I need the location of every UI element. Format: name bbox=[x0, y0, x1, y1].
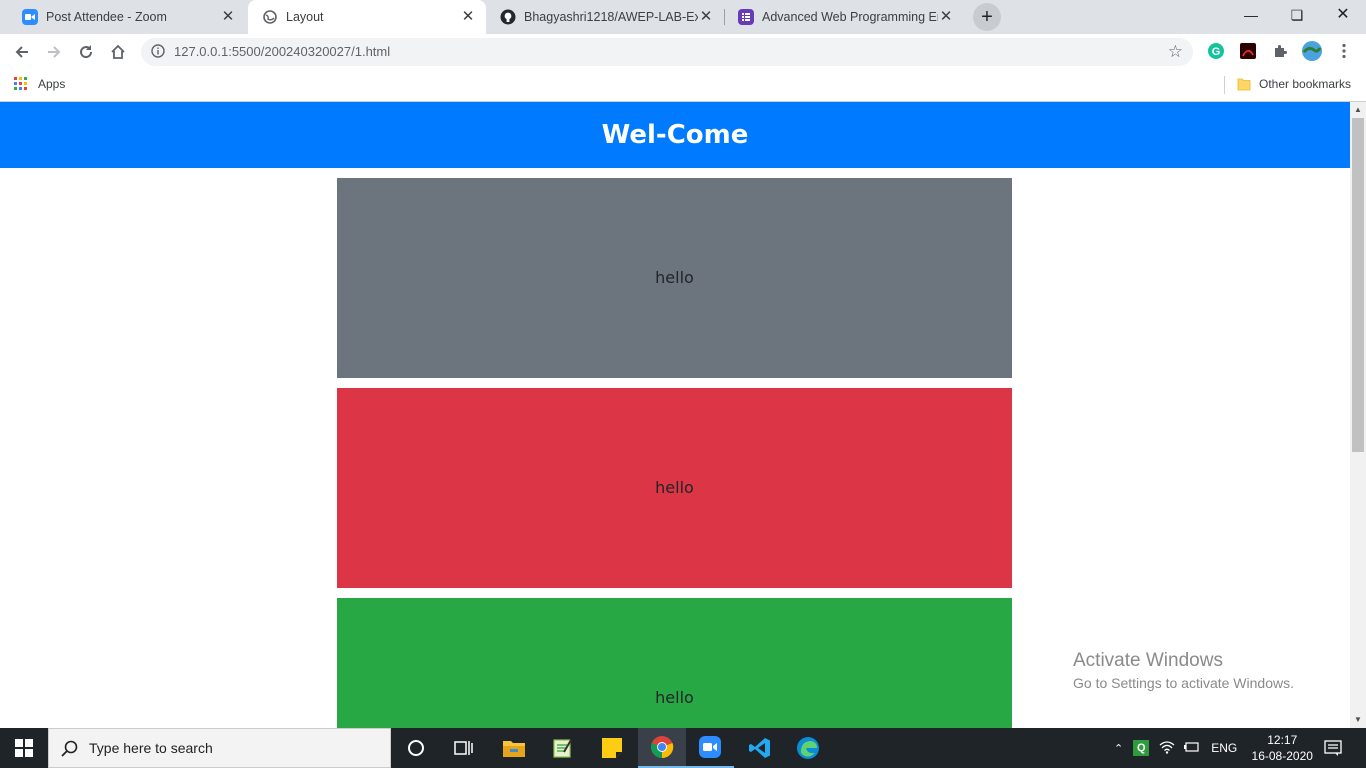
close-tab-icon[interactable]: ✕ bbox=[220, 9, 236, 25]
close-tab-icon[interactable]: ✕ bbox=[698, 9, 714, 25]
activate-windows-watermark: Activate Windows Go to Settings to activ… bbox=[1073, 650, 1294, 691]
bookmarks-bar: Apps Other bookmarks bbox=[0, 70, 1366, 102]
tab-layout[interactable]: Layout ✕ bbox=[248, 0, 486, 34]
clock-date: 16-08-2020 bbox=[1251, 749, 1313, 763]
info-icon[interactable] bbox=[151, 44, 165, 61]
search-placeholder: Type here to search bbox=[89, 740, 213, 756]
tab-title: Layout bbox=[286, 10, 324, 24]
tab-title: Post Attendee - Zoom bbox=[46, 10, 167, 24]
quick-heal-icon[interactable]: Q bbox=[1133, 740, 1150, 756]
tab-title: Bhagyashri1218/AWEP-LAB-Exam bbox=[524, 10, 698, 24]
tab-divider bbox=[724, 9, 725, 25]
new-tab-button[interactable]: + bbox=[973, 3, 1001, 31]
wifi-icon[interactable] bbox=[1159, 740, 1175, 757]
acrobat-icon[interactable] bbox=[1238, 41, 1258, 61]
forward-arrow-icon bbox=[48, 46, 61, 58]
reload-icon bbox=[80, 45, 93, 59]
scroll-down-arrow-icon[interactable]: ▼ bbox=[1350, 712, 1366, 728]
url-text: 127.0.0.1:5500/200240320027/1.html bbox=[174, 44, 391, 59]
svg-text:G: G bbox=[1212, 46, 1221, 58]
vscode-icon[interactable] bbox=[736, 728, 784, 768]
apps-bookmark[interactable]: Apps bbox=[14, 77, 65, 91]
scroll-thumb[interactable] bbox=[1352, 118, 1364, 452]
bookmark-star-icon[interactable]: ☆ bbox=[1168, 43, 1183, 60]
tab-github[interactable]: Bhagyashri1218/AWEP-LAB-Exam ✕ bbox=[486, 0, 724, 34]
restore-button[interactable]: ❏ bbox=[1274, 0, 1320, 30]
green-box: hello bbox=[337, 598, 1012, 728]
profile-avatar[interactable] bbox=[1300, 39, 1324, 63]
browser-toolbar: 127.0.0.1:5500/200240320027/1.html ☆ G bbox=[0, 34, 1366, 70]
tab-strip: Post Attendee - Zoom ✕ Layout ✕ Bhagyash… bbox=[0, 0, 1366, 34]
tab-zoom[interactable]: Post Attendee - Zoom ✕ bbox=[8, 0, 246, 34]
apps-grid-icon bbox=[14, 77, 27, 90]
clock[interactable]: 12:17 16-08-2020 bbox=[1249, 732, 1315, 764]
zoom-icon bbox=[22, 9, 38, 25]
close-tab-icon[interactable]: ✕ bbox=[460, 9, 476, 25]
system-tray: ⌃ Q ENG 12:17 16-08-2020 bbox=[1114, 728, 1315, 768]
start-button[interactable] bbox=[0, 728, 48, 768]
other-bookmarks[interactable]: Other bookmarks bbox=[1237, 77, 1351, 91]
windows-logo-icon bbox=[15, 739, 33, 757]
home-button[interactable] bbox=[104, 38, 132, 66]
menu-kebab-icon[interactable] bbox=[1334, 41, 1354, 61]
bookmarks-divider bbox=[1224, 76, 1225, 94]
other-bookmarks-label: Other bookmarks bbox=[1259, 77, 1352, 91]
box-text: hello bbox=[655, 688, 694, 707]
tab-title: Advanced Web Programming Eng bbox=[762, 10, 938, 24]
close-tab-icon[interactable]: ✕ bbox=[938, 9, 954, 25]
address-bar[interactable]: 127.0.0.1:5500/200240320027/1.html ☆ bbox=[141, 38, 1193, 66]
chrome-icon[interactable] bbox=[638, 728, 686, 768]
show-hidden-icons-chevron-icon[interactable]: ⌃ bbox=[1114, 742, 1123, 755]
back-arrow-icon bbox=[15, 46, 28, 58]
home-icon bbox=[111, 44, 125, 59]
watermark-title: Activate Windows bbox=[1073, 650, 1223, 671]
language-indicator[interactable]: ENG bbox=[1211, 741, 1237, 755]
github-icon bbox=[500, 9, 516, 25]
back-button[interactable] bbox=[8, 38, 36, 66]
battery-icon[interactable] bbox=[1183, 741, 1199, 756]
action-center-icon[interactable] bbox=[1310, 728, 1356, 768]
page-header: Wel-Come bbox=[0, 102, 1350, 168]
tab-forms[interactable]: Advanced Web Programming Eng ✕ bbox=[724, 0, 964, 34]
search-icon bbox=[61, 740, 79, 761]
close-window-button[interactable]: ✕ bbox=[1320, 0, 1366, 30]
box-text: hello bbox=[655, 268, 694, 287]
extensions-puzzle-icon[interactable] bbox=[1270, 41, 1290, 61]
gray-box: hello bbox=[337, 178, 1012, 378]
task-view-icon[interactable] bbox=[440, 728, 488, 768]
windows-taskbar: Type here to search ⌃ Q ENG 12:17 16-08-… bbox=[0, 728, 1366, 768]
globe-icon bbox=[262, 9, 278, 25]
apps-label: Apps bbox=[38, 77, 66, 91]
file-explorer-icon[interactable] bbox=[490, 728, 538, 768]
page-scrollbar[interactable]: ▲ ▼ bbox=[1350, 102, 1366, 728]
forms-icon bbox=[738, 9, 754, 25]
taskbar-search-box[interactable]: Type here to search bbox=[48, 728, 391, 768]
red-box: hello bbox=[337, 388, 1012, 588]
box-text: hello bbox=[655, 478, 694, 497]
folder-icon bbox=[1237, 78, 1251, 91]
page-viewport: Wel-Come hello hello hello Activate Wind… bbox=[0, 102, 1350, 728]
minimize-button[interactable]: — bbox=[1228, 0, 1274, 30]
sticky-notes-icon[interactable] bbox=[588, 728, 636, 768]
forward-button[interactable] bbox=[40, 38, 68, 66]
watermark-subtitle: Go to Settings to activate Windows. bbox=[1073, 675, 1294, 691]
cortana-icon[interactable] bbox=[392, 728, 440, 768]
clock-time: 12:17 bbox=[1267, 733, 1298, 747]
edge-icon[interactable] bbox=[784, 728, 832, 768]
zoom-app-icon[interactable] bbox=[686, 728, 734, 768]
grammarly-icon[interactable]: G bbox=[1206, 41, 1226, 61]
notepad-icon[interactable] bbox=[538, 728, 586, 768]
scroll-up-arrow-icon[interactable]: ▲ bbox=[1350, 102, 1366, 118]
reload-button[interactable] bbox=[72, 38, 100, 66]
